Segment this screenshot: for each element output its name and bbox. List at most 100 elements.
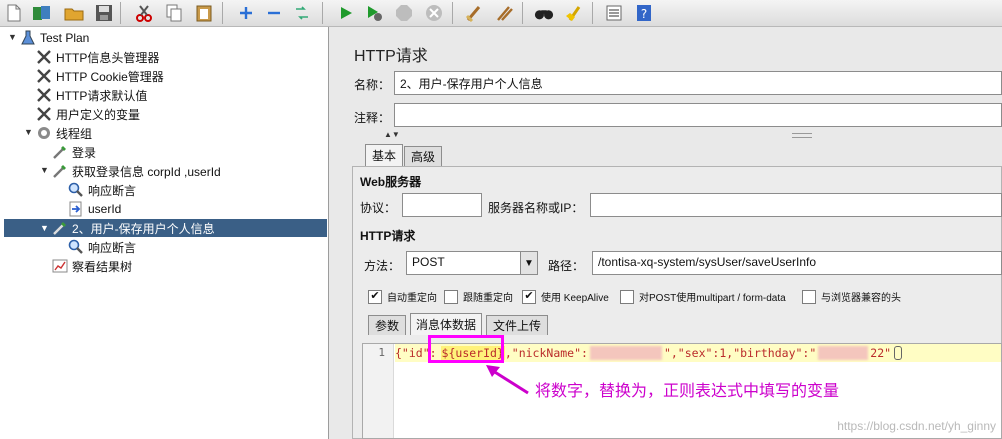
server-label: 服务器名称或IP： [488,201,584,215]
tree-item-userid-extractor[interactable]: userId [68,200,121,218]
web-server-section-title: Web服务器 [360,175,422,189]
pipette-icon [52,220,68,236]
tree-item-login[interactable]: 登录 [52,143,96,161]
toolbar-separator [322,2,323,24]
magnifier-icon [68,182,84,198]
help-icon[interactable]: ? [634,3,654,23]
pipette-icon [52,144,68,160]
checkbox-checked-icon[interactable]: ✔ [368,289,382,304]
checkbox-checked-icon[interactable]: ✔ [522,289,536,304]
method-label: 方法： [364,259,401,273]
expand-icon[interactable] [236,3,256,23]
code-text: 22" [870,346,892,360]
svg-text:?: ? [641,7,647,21]
tab-file-upload[interactable]: 文件上传 [486,315,548,335]
clear-icon[interactable] [464,3,484,23]
tree-item-thread-group[interactable]: 线程组 [36,124,92,142]
tree-expand-toggle[interactable]: ▼ [40,165,49,175]
path-label: 路径： [548,259,585,273]
paste-icon[interactable] [194,3,214,23]
tree-item-get-login-info[interactable]: 获取登录信息 corpId ,userId [52,162,221,180]
tree-item-label: Test Plan [40,31,90,45]
tree-item-label: 用户定义的变量 [56,107,141,122]
tree-item-label: 线程组 [56,126,93,141]
tree-item-view-results-tree[interactable]: 察看结果树 [52,257,132,275]
tree-item-user-variables[interactable]: 用户定义的变量 [36,105,140,123]
tree-item-test-plan[interactable]: Test Plan [20,29,89,47]
tab-advanced[interactable]: 高级 [404,146,442,166]
tree-expand-toggle[interactable]: ▼ [40,223,49,233]
chevron-down-icon[interactable]: ▼ [520,252,537,274]
comment-field[interactable] [394,103,1002,127]
line-number: 1 [378,346,385,359]
tree-item-save-user-info[interactable]: 2、用户-保存用户个人信息 [52,219,215,237]
tree-item-header-manager[interactable]: HTTP信息头管理器 [36,48,159,66]
cut-icon[interactable] [134,3,154,23]
start-icon[interactable] [336,3,356,23]
toggle-icon[interactable] [292,3,312,23]
splitter-arrows-icon[interactable]: ▲▼ [384,130,400,139]
open-folder-icon[interactable] [64,3,84,23]
toolbar-separator [522,2,523,24]
tree-item-response-assertion[interactable]: 响应断言 [68,238,136,256]
tab-parameters[interactable]: 参数 [368,315,406,335]
tree-item-label: 响应断言 [88,240,137,255]
wrench-icon [36,106,52,122]
test-plan-tree[interactable]: ▼ Test Plan HTTP信息头管理器 HTTP Cookie管理器 HT… [0,27,329,439]
stop-icon[interactable] [394,3,414,23]
copy-icon[interactable] [164,3,184,23]
protocol-field[interactable] [402,193,482,217]
templates-icon[interactable] [32,3,52,23]
name-label: 名称： [354,78,391,92]
code-text: ,"nickName": [504,346,588,360]
redacted-value [589,346,662,360]
code-text: ","sex":1,"birthday":" [663,346,817,360]
redacted-value [818,346,869,360]
search-icon[interactable] [534,3,554,23]
tree-item-cookie-manager[interactable]: HTTP Cookie管理器 [36,67,164,85]
method-select-value: POST [412,255,445,269]
toolbar-separator [592,2,593,24]
tab-body-data[interactable]: 消息体数据 [410,313,482,335]
checkbox-unchecked-icon[interactable] [620,289,634,304]
checkbox-label: 对POST使用multipart / form-data [639,293,786,304]
path-field[interactable]: /tontisa-xq-system/sysUser/saveUserInfo [592,251,1002,275]
checkbox-label: 跟随重定向 [463,293,513,304]
tree-item-request-defaults[interactable]: HTTP请求默认值 [36,86,147,104]
shutdown-icon[interactable] [424,3,444,23]
comment-label: 注释： [354,111,391,125]
tree-expand-toggle[interactable]: ▼ [24,127,33,137]
checkbox-follow-redirect[interactable]: 跟随重定向 [444,289,513,304]
reset-search-icon[interactable] [564,3,584,23]
method-select[interactable]: POST ▼ [406,251,538,275]
http-request-section-title: HTTP请求 [360,229,416,243]
function-helper-icon[interactable] [604,3,624,23]
toolbar: ? [0,0,1002,27]
tree-item-response-assertion[interactable]: 响应断言 [68,181,136,199]
annotation-arrow-icon [486,365,529,395]
start-no-pause-icon[interactable] [364,3,384,23]
checkbox-multipart[interactable]: 对POST使用multipart / form-data [620,289,786,304]
checkbox-auto-redirect[interactable]: ✔ 自动重定向 [368,289,437,304]
watermark: https://blog.csdn.net/yh_ginny [837,419,996,433]
checkbox-browser-compatible[interactable]: 与浏览器兼容的头 [802,289,901,304]
text-cursor [894,346,903,360]
tree-expand-toggle[interactable]: ▼ [8,32,17,42]
clear-all-icon[interactable] [494,3,514,23]
collapse-icon[interactable] [264,3,284,23]
chart-icon [52,258,68,274]
checkbox-label: 使用 KeepAlive [541,293,609,304]
splitter-grip[interactable] [792,133,812,138]
toolbar-separator [222,2,223,24]
checkbox-keepalive[interactable]: ✔ 使用 KeepAlive [522,289,609,304]
server-field[interactable] [590,193,1002,217]
flask-icon [20,30,36,46]
tree-item-label: HTTP信息头管理器 [56,50,160,65]
new-file-icon[interactable] [4,3,24,23]
checkbox-label: 自动重定向 [387,293,437,304]
checkbox-unchecked-icon[interactable] [444,289,458,304]
save-icon[interactable] [94,3,114,23]
tab-basic[interactable]: 基本 [365,144,403,166]
name-field[interactable]: 2、用户-保存用户个人信息 [394,71,1002,95]
checkbox-unchecked-icon[interactable] [802,289,816,304]
